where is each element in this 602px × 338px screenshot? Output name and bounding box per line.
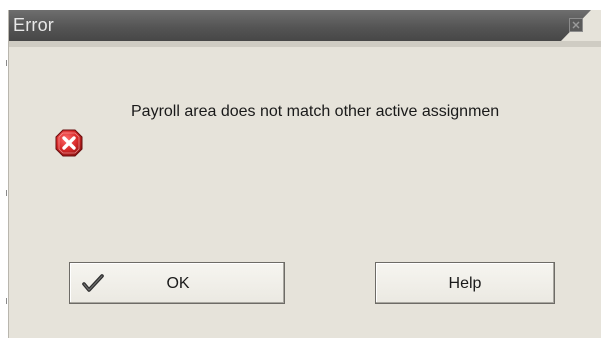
titlebar[interactable]: Error — [9, 10, 591, 41]
error-message: Payroll area does not match other active… — [131, 103, 500, 120]
error-icon — [55, 129, 83, 157]
ok-button[interactable]: OK — [69, 262, 285, 304]
close-icon — [572, 21, 580, 29]
window-edge-mark — [6, 190, 7, 196]
help-button[interactable]: Help — [375, 262, 555, 304]
help-button-label: Help — [448, 275, 482, 292]
checkmark-icon — [82, 274, 104, 292]
close-button[interactable] — [569, 18, 583, 32]
ok-button-label: OK — [166, 275, 190, 292]
titlebar-separator — [9, 41, 601, 47]
window-edge-mark — [6, 60, 7, 66]
window-edge-mark — [6, 298, 7, 304]
dialog-title: Error — [13, 15, 54, 35]
error-dialog: Error Payroll area does not match other … — [8, 10, 601, 338]
